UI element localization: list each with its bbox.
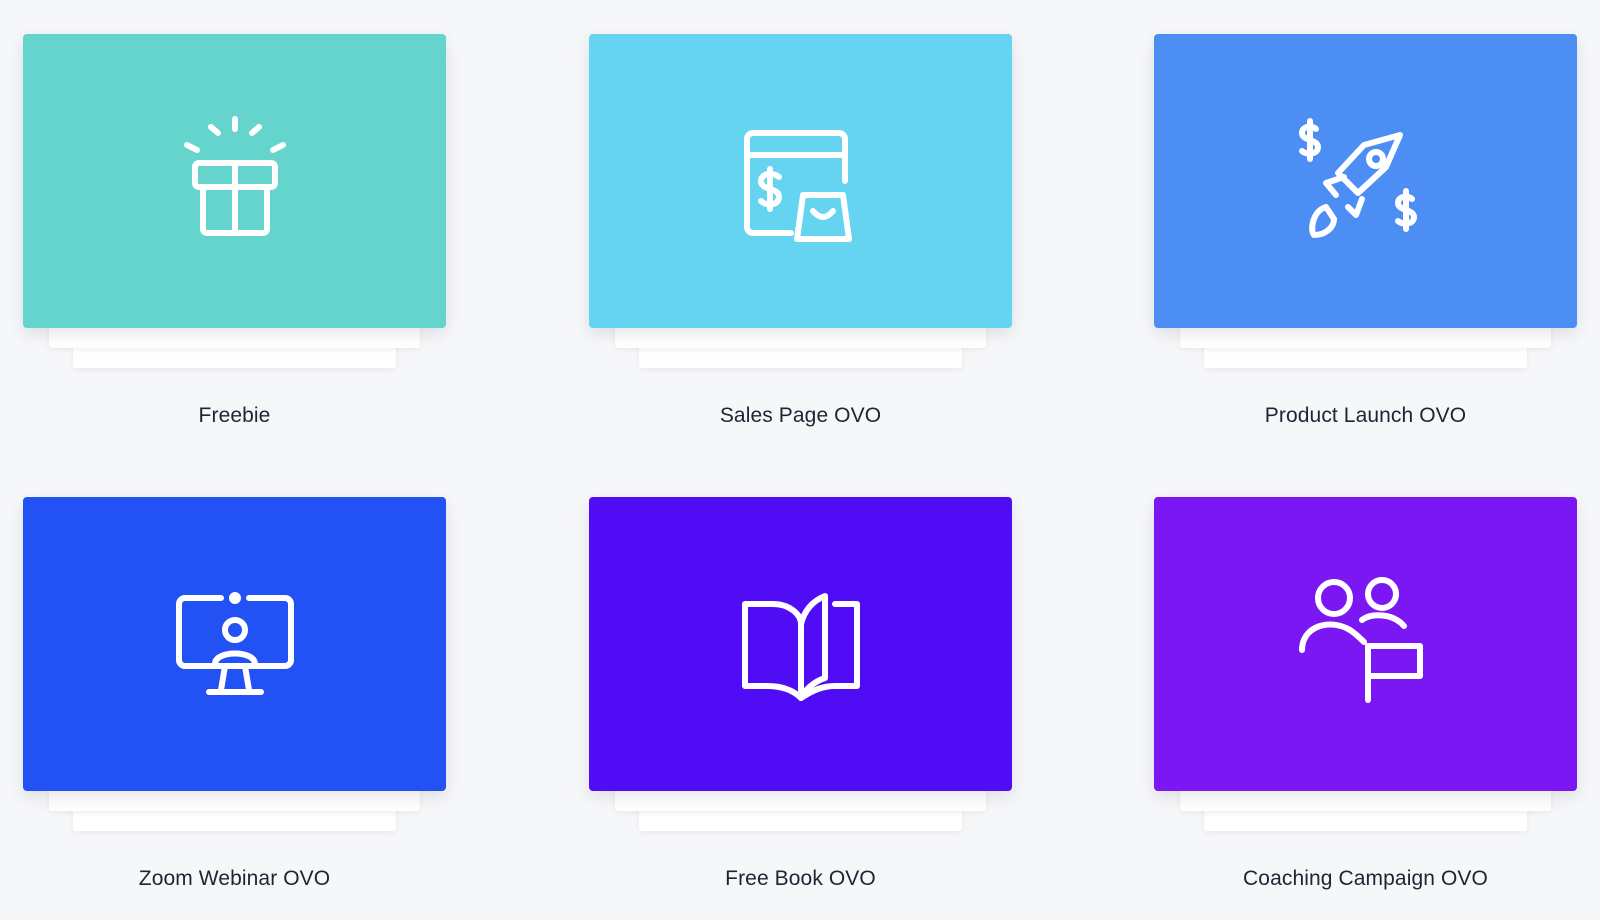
template-grid: Freebie Sales Page OVO Product Launch OV… bbox=[0, 0, 1600, 920]
card-cover[interactable] bbox=[1154, 497, 1577, 791]
card-stack bbox=[1154, 497, 1577, 831]
card-cover[interactable] bbox=[23, 497, 446, 791]
card-cover[interactable] bbox=[23, 34, 446, 328]
template-card-freebie[interactable]: Freebie bbox=[23, 34, 446, 427]
webinar-monitor-icon bbox=[165, 574, 305, 714]
open-book-icon bbox=[731, 574, 871, 714]
template-label: Product Launch OVO bbox=[1264, 404, 1467, 427]
template-label: Free Book OVO bbox=[725, 867, 876, 890]
card-cover[interactable] bbox=[589, 34, 1012, 328]
template-card-zoom-webinar[interactable]: Zoom Webinar OVO bbox=[23, 497, 446, 890]
card-cover[interactable] bbox=[589, 497, 1012, 791]
gift-icon bbox=[165, 111, 305, 251]
template-card-sales-page[interactable]: Sales Page OVO bbox=[589, 34, 1012, 427]
card-stack bbox=[1154, 34, 1577, 368]
template-label: Zoom Webinar OVO bbox=[138, 867, 331, 890]
template-card-coaching-campaign[interactable]: Coaching Campaign OVO bbox=[1154, 497, 1577, 890]
template-card-free-book[interactable]: Free Book OVO bbox=[589, 497, 1012, 890]
card-stack bbox=[23, 34, 446, 368]
template-label: Coaching Campaign OVO bbox=[1243, 867, 1488, 890]
shopping-page-icon bbox=[731, 111, 871, 251]
card-stack bbox=[23, 497, 446, 831]
card-stack bbox=[589, 34, 1012, 368]
template-card-product-launch[interactable]: Product Launch OVO bbox=[1154, 34, 1577, 427]
rocket-dollar-icon bbox=[1296, 111, 1436, 251]
card-stack bbox=[589, 497, 1012, 831]
template-label: Freebie bbox=[198, 404, 271, 427]
card-cover[interactable] bbox=[1154, 34, 1577, 328]
group-flag-icon bbox=[1296, 574, 1436, 714]
template-label: Sales Page OVO bbox=[719, 404, 882, 427]
